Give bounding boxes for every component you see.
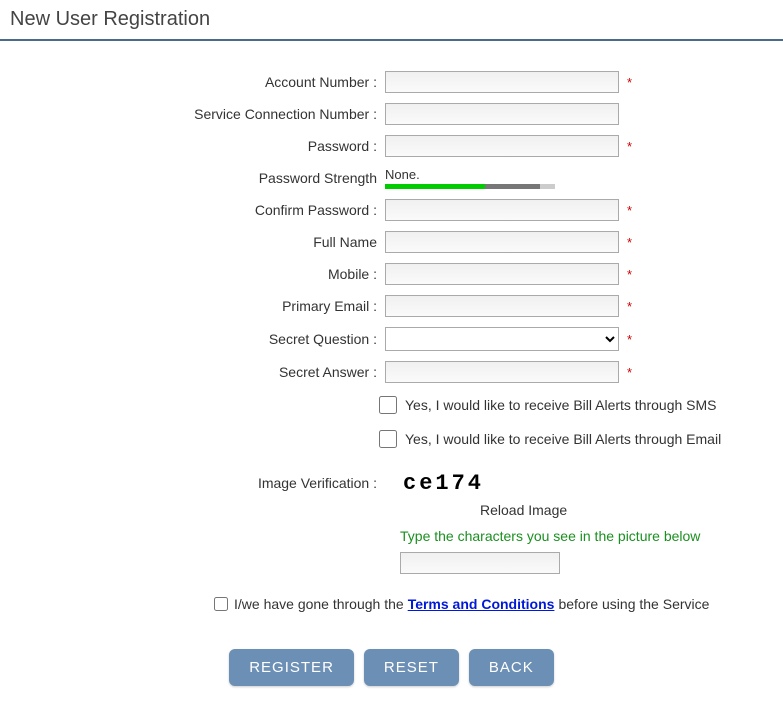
button-row: REGISTER RESET BACK [10,649,773,686]
password-strength-row: Password Strength None. [10,167,773,189]
mobile-row: Mobile : * [10,263,773,285]
image-verification-row: Image Verification : ce174 [10,471,773,496]
register-button[interactable]: REGISTER [229,649,354,686]
account-number-row: Account Number : * [10,71,773,93]
email-alerts-label: Yes, I would like to receive Bill Alerts… [405,431,721,447]
required-mark: * [627,203,632,218]
email-alerts-checkbox[interactable] [379,430,397,448]
password-strength-value: None. [385,167,555,182]
reload-image-link[interactable]: Reload Image [480,502,567,518]
secret-question-row: Secret Question : * [10,327,773,351]
service-connection-label: Service Connection Number : [10,106,385,122]
primary-email-input[interactable] [385,295,619,317]
password-strength-bar [385,184,555,189]
password-label: Password : [10,138,385,154]
reset-button[interactable]: RESET [364,649,459,686]
sms-alerts-checkbox[interactable] [379,396,397,414]
terms-suffix: before using the Service [558,596,709,612]
terms-prefix: I/we have gone through the [234,596,404,612]
confirm-password-row: Confirm Password : * [10,199,773,221]
required-mark: * [627,75,632,90]
service-connection-input[interactable] [385,103,619,125]
required-mark: * [627,139,632,154]
secret-answer-row: Secret Answer : * [10,361,773,383]
strength-segment-gray [485,184,540,189]
sms-alerts-row: Yes, I would like to receive Bill Alerts… [10,393,773,417]
secret-answer-input[interactable] [385,361,619,383]
required-mark: * [627,299,632,314]
full-name-label: Full Name [10,234,385,250]
terms-and-conditions-link[interactable]: Terms and Conditions [408,596,555,612]
required-mark: * [627,267,632,282]
terms-row: I/we have gone through the Terms and Con… [10,594,773,614]
mobile-input[interactable] [385,263,619,285]
strength-segment-green [385,184,485,189]
image-verification-label: Image Verification : [10,471,385,496]
primary-email-label: Primary Email : [10,298,385,314]
secret-question-select[interactable] [385,327,619,351]
back-button[interactable]: BACK [469,649,554,686]
required-mark: * [627,235,632,250]
registration-form: Account Number : * Service Connection Nu… [0,41,783,726]
full-name-row: Full Name * [10,231,773,253]
full-name-input[interactable] [385,231,619,253]
service-connection-row: Service Connection Number : [10,103,773,125]
confirm-password-input[interactable] [385,199,619,221]
sms-alerts-label: Yes, I would like to receive Bill Alerts… [405,397,717,413]
password-input[interactable] [385,135,619,157]
captcha-hint: Type the characters you see in the pictu… [10,528,773,544]
terms-checkbox[interactable] [214,597,228,611]
mobile-label: Mobile : [10,266,385,282]
account-number-label: Account Number : [10,74,385,90]
required-mark: * [627,332,632,347]
primary-email-row: Primary Email : * [10,295,773,317]
page-title: New User Registration [0,0,783,41]
strength-segment-light [540,184,555,189]
secret-answer-label: Secret Answer : [10,364,385,380]
captcha-input[interactable] [400,552,560,574]
captcha-image: ce174 [385,471,502,496]
confirm-password-label: Confirm Password : [10,202,385,218]
password-strength-label: Password Strength [10,170,385,186]
password-row: Password : * [10,135,773,157]
secret-question-label: Secret Question : [10,331,385,347]
email-alerts-row: Yes, I would like to receive Bill Alerts… [10,427,773,451]
account-number-input[interactable] [385,71,619,93]
required-mark: * [627,365,632,380]
